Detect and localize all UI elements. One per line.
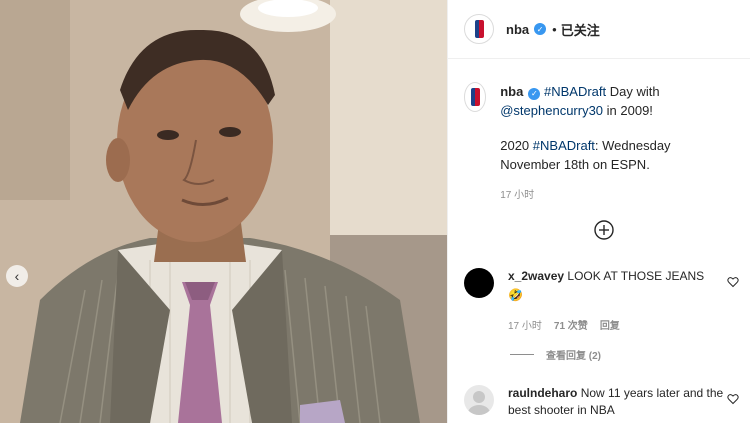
following-button[interactable]: 已关注 [561,20,600,39]
nba-logo-icon [470,88,480,106]
commenter-avatar[interactable] [464,385,494,415]
post-photo[interactable]: ‹ [0,0,447,423]
comment-body: x_2wavey LOOK AT THOSE JEANS 🤣 17 小时 71 … [508,268,739,335]
caption-timestamp[interactable]: 17 小时 [500,186,734,205]
reply-button[interactable]: 回复 [600,318,620,335]
comment-item: raulndeharo Now 11 years later and the b… [464,385,739,419]
author-avatar[interactable] [464,14,494,44]
caption-username[interactable]: nba [500,84,523,99]
verified-badge-icon: ✓ [534,23,547,35]
hashtag-link[interactable]: #NBADraft [533,138,595,153]
comment-item: x_2wavey LOOK AT THOSE JEANS 🤣 17 小时 71 … [464,268,739,335]
instagram-post: ‹ nba ✓ • 已关注 nba ✓ #NBADraft Day with @s… [0,0,750,423]
chevron-left-icon: ‹ [14,268,20,284]
prev-slide-button[interactable]: ‹ [6,265,28,287]
comment-meta: 17 小时 71 次赞 回复 [508,318,739,335]
view-replies-button[interactable]: 查看回复 (2) [510,347,601,362]
comment-body: raulndeharo Now 11 years later and the b… [508,385,739,419]
comment-username[interactable]: raulndeharo [508,386,577,400]
caption-avatar[interactable] [464,82,487,112]
heart-icon[interactable] [727,393,739,405]
verified-badge-icon: ✓ [528,87,541,100]
nba-logo-icon [474,20,484,38]
caption-text-part: in 2009! [603,103,653,118]
post-side-panel: nba ✓ • 已关注 nba ✓ #NBADraft Day with @ste… [447,0,750,423]
comment-emoji: 🤣 [508,288,523,302]
photo-illustration [0,0,447,423]
view-replies-label: 查看回复 (2) [546,351,601,362]
mention-link[interactable]: @stephencurry30 [500,103,603,118]
hashtag-link[interactable]: #NBADraft [544,84,606,99]
comment-username[interactable]: x_2wavey [508,269,564,283]
comment-likes[interactable]: 71 次赞 [554,318,588,335]
caption-text-part: 2020 [500,138,533,153]
caption-text: nba ✓ #NBADraft Day with @stephencurry30 … [500,82,734,205]
author-username[interactable]: nba [506,22,529,37]
default-avatar-icon [468,391,490,415]
caption-text-part: Day with [606,84,660,99]
post-header: nba ✓ • 已关注 [448,0,750,59]
replies-divider [510,354,534,355]
post-caption: nba ✓ #NBADraft Day with @stephencurry30 … [464,82,734,205]
comment-text: LOOK AT THOSE JEANS [567,269,705,283]
heart-icon[interactable] [727,276,739,288]
commenter-avatar[interactable] [464,268,494,298]
header-separator: • [552,21,557,37]
comment-timestamp[interactable]: 17 小时 [508,318,542,335]
add-circle-icon[interactable] [594,220,614,240]
